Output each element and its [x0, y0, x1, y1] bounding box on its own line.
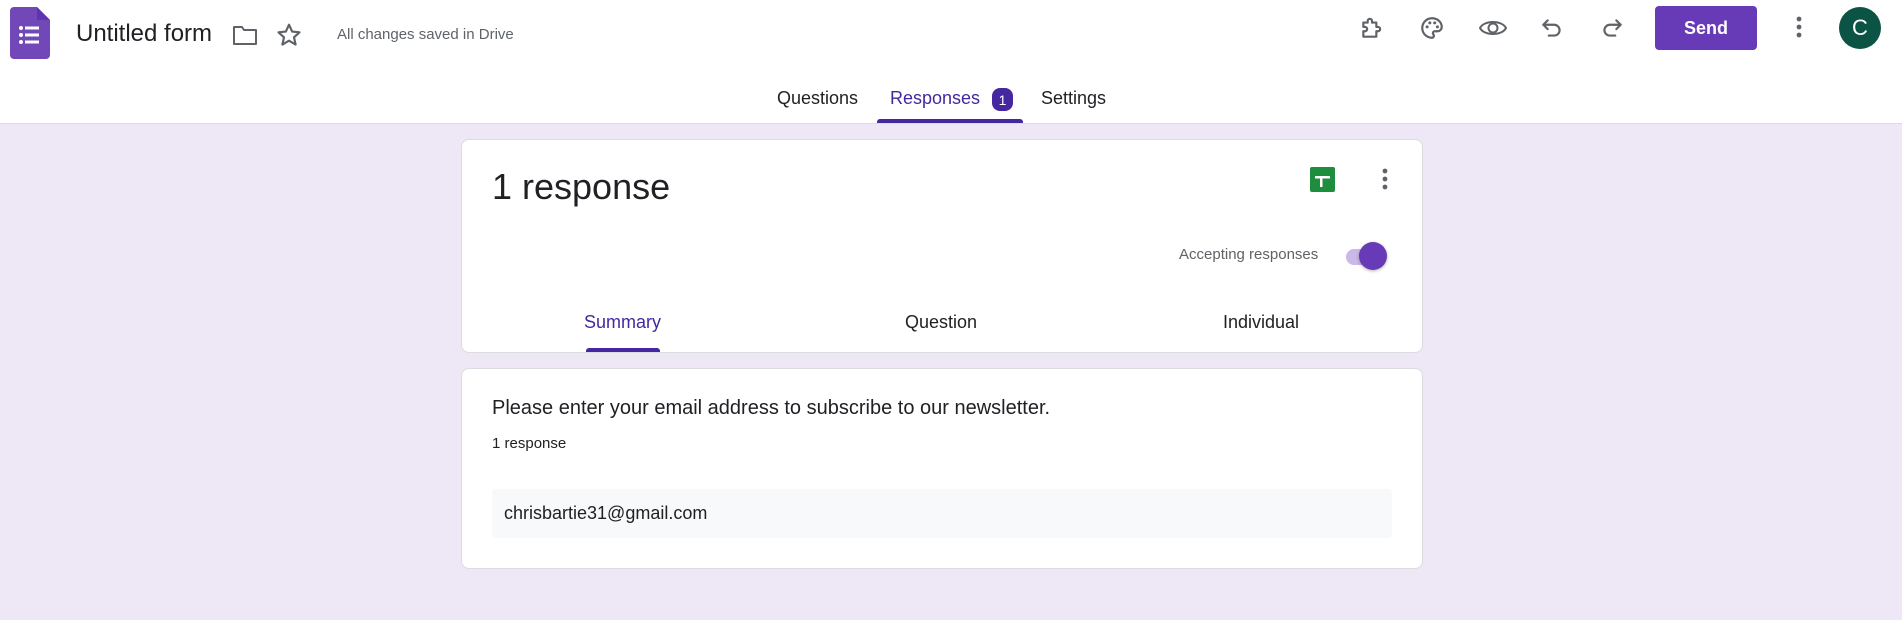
subtab-individual[interactable]: Individual — [1223, 312, 1299, 333]
tab-responses[interactable]: Responses — [890, 88, 980, 109]
responses-summary-card: 1 response Accepting responses Summary Q… — [461, 139, 1423, 353]
form-title[interactable]: Untitled form — [76, 20, 212, 48]
answer-row: chrisbartie31@gmail.com — [492, 489, 1392, 538]
addon-puzzle-icon[interactable] — [1357, 13, 1387, 43]
forms-logo-icon[interactable] — [10, 7, 50, 59]
tab-questions[interactable]: Questions — [777, 88, 858, 109]
question-summary-card: Please enter your email address to subsc… — [461, 368, 1423, 569]
response-count-heading: 1 response — [492, 166, 671, 207]
responses-count-badge: 1 — [992, 88, 1013, 111]
accepting-responses-label: Accepting responses — [1179, 246, 1319, 263]
folder-icon[interactable] — [230, 20, 260, 50]
top-app-bar: Untitled form All changes saved in Drive… — [0, 0, 1902, 124]
question-title: Please enter your email address to subsc… — [492, 397, 1051, 419]
active-tab-indicator — [877, 119, 1023, 123]
send-button[interactable]: Send — [1655, 6, 1757, 50]
tab-settings[interactable]: Settings — [1041, 88, 1106, 109]
toggle-thumb[interactable] — [1359, 242, 1387, 270]
redo-icon[interactable] — [1597, 13, 1627, 43]
more-options-icon[interactable] — [1370, 164, 1400, 194]
avatar[interactable]: C — [1839, 7, 1881, 49]
undo-icon[interactable] — [1537, 13, 1567, 43]
more-vert-icon[interactable] — [1786, 12, 1812, 42]
answer-text: chrisbartie31@gmail.com — [504, 503, 708, 523]
question-response-count: 1 response — [492, 435, 567, 452]
palette-icon[interactable] — [1417, 13, 1447, 43]
subtab-summary[interactable]: Summary — [584, 312, 661, 333]
sheets-icon[interactable] — [1310, 167, 1335, 192]
star-icon[interactable] — [274, 20, 304, 50]
save-status: All changes saved in Drive — [337, 26, 514, 43]
preview-eye-icon[interactable] — [1477, 13, 1509, 43]
active-subtab-indicator — [586, 348, 660, 352]
subtab-question[interactable]: Question — [905, 312, 977, 333]
